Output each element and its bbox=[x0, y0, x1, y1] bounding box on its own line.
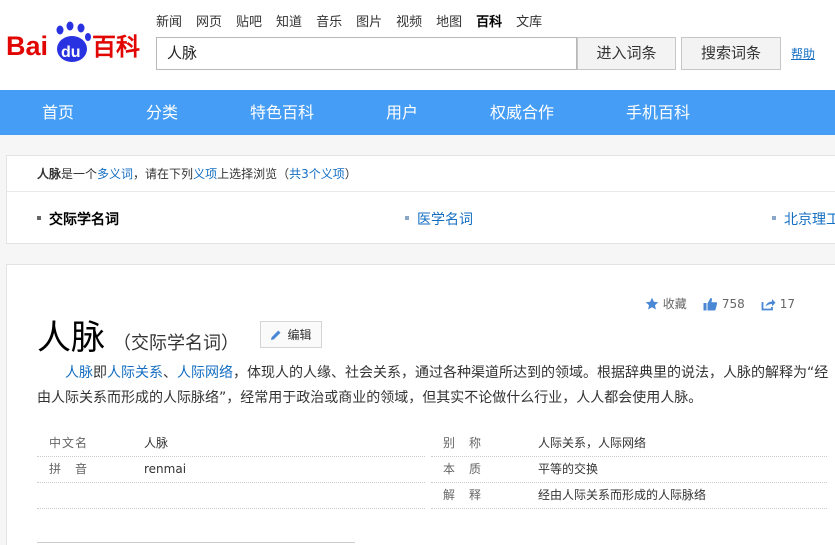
nav-item-partnership[interactable]: 权威合作 bbox=[490, 90, 554, 135]
polysemy-text: 上选择浏览（ bbox=[217, 167, 290, 181]
divider bbox=[37, 542, 355, 543]
polysemy-link[interactable]: 多义词 bbox=[97, 167, 133, 181]
entry-card: 收藏 758 17 人脉 （交际学名词） 编辑 人脉即人际关系、人际网络，体现人… bbox=[6, 264, 835, 545]
page-subtitle: （交际学名词） bbox=[113, 333, 239, 354]
site-header: Bai du 百科 新闻 网页 贴吧 知道 音乐 图片 视频 地图 百科 文库 … bbox=[0, 0, 835, 90]
info-value: 人际关系，人际网络 bbox=[538, 436, 647, 450]
share-icon bbox=[761, 298, 776, 310]
svg-text:du: du bbox=[61, 44, 81, 61]
topnav-item-tieba[interactable]: 贴吧 bbox=[236, 11, 262, 30]
info-key: 拼 音 bbox=[49, 462, 89, 476]
info-value: 人脉 bbox=[144, 436, 169, 450]
sense-label[interactable]: 医学名词 bbox=[417, 212, 473, 228]
sense-item-bit[interactable]: 北京理工 bbox=[772, 209, 835, 229]
bullet-icon bbox=[772, 216, 776, 220]
info-row: 解 释 经由人际关系而形成的人际脉络 bbox=[431, 483, 827, 509]
info-key: 中文名 bbox=[49, 436, 89, 450]
sense-label[interactable]: 北京理工 bbox=[784, 212, 835, 228]
polysemy-text: 是一个 bbox=[61, 167, 98, 181]
edit-button[interactable]: 编辑 bbox=[260, 321, 322, 348]
info-row: 中文名 人脉 bbox=[37, 431, 425, 457]
info-value: renmai bbox=[144, 462, 187, 476]
topnav-item-music[interactable]: 音乐 bbox=[316, 11, 342, 30]
search-input[interactable]: 人脉 bbox=[156, 37, 577, 70]
topnav-item-web[interactable]: 网页 bbox=[196, 11, 222, 30]
topnav-item-video[interactable]: 视频 bbox=[396, 11, 422, 30]
nav-item-categories[interactable]: 分类 bbox=[146, 90, 178, 135]
polysemy-text: ，请在下列 bbox=[133, 167, 194, 181]
main-nav-bar: 首页 分类 特色百科 用户 权威合作 手机百科 bbox=[0, 90, 835, 135]
info-row bbox=[37, 483, 425, 509]
entry-title-row: 人脉 （交际学名词） bbox=[37, 310, 239, 359]
bullet-icon bbox=[405, 216, 409, 220]
entry-tools: 收藏 758 17 bbox=[629, 295, 795, 312]
info-row: 拼 音 renmai bbox=[37, 457, 425, 483]
info-key: 本 质 bbox=[443, 462, 483, 476]
sense-item-current: 交际学名词 bbox=[37, 209, 119, 229]
topnav-item-zhidao[interactable]: 知道 bbox=[276, 11, 302, 30]
topnav-item-wenku[interactable]: 文库 bbox=[516, 11, 542, 30]
polysemy-term: 人脉 bbox=[37, 167, 62, 181]
polysemy-text: ） bbox=[344, 167, 357, 181]
entry-summary: 人脉即人际关系、人际网络，体现人的人缘、社会关系，通过各种渠道所达到的领域。根据… bbox=[37, 361, 829, 411]
share-button[interactable]: 17 bbox=[761, 297, 795, 311]
summary-text: 即 bbox=[93, 365, 107, 381]
summary-text: 、 bbox=[163, 365, 177, 381]
polysemy-notice: 人脉是一个多义词，请在下列义项上选择浏览（共3个义项） bbox=[37, 165, 357, 182]
svg-text:百科: 百科 bbox=[92, 33, 140, 61]
bullet-icon bbox=[37, 216, 41, 220]
top-product-nav: 新闻 网页 贴吧 知道 音乐 图片 视频 地图 百科 文库 bbox=[156, 11, 556, 30]
sense-count-link[interactable]: 共3个义项 bbox=[289, 167, 345, 181]
sense-link[interactable]: 义项 bbox=[193, 167, 217, 181]
baidu-baike-logo[interactable]: Bai du 百科 bbox=[6, 20, 146, 68]
nav-item-featured[interactable]: 特色百科 bbox=[250, 90, 314, 135]
topnav-item-news[interactable]: 新闻 bbox=[156, 11, 182, 30]
topnav-item-images[interactable]: 图片 bbox=[356, 11, 382, 30]
star-icon bbox=[645, 297, 658, 309]
info-value: 经由人际关系而形成的人际脉络 bbox=[538, 488, 707, 502]
help-link[interactable]: 帮助 bbox=[791, 45, 815, 62]
info-value: 平等的交换 bbox=[538, 462, 599, 476]
page-title: 人脉 bbox=[37, 318, 105, 358]
search-entry-button[interactable]: 搜索词条 bbox=[681, 37, 781, 70]
sense-label: 交际学名词 bbox=[49, 212, 119, 228]
collect-button[interactable]: 收藏 bbox=[645, 295, 687, 312]
info-key: 解 释 bbox=[443, 488, 483, 502]
edit-label: 编辑 bbox=[287, 328, 312, 342]
nav-item-mobile[interactable]: 手机百科 bbox=[626, 90, 690, 135]
collect-label: 收藏 bbox=[662, 297, 687, 311]
sense-item-medical[interactable]: 医学名词 bbox=[405, 209, 473, 229]
divider bbox=[7, 191, 835, 192]
info-key: 别 称 bbox=[443, 436, 483, 450]
thumbs-up-icon bbox=[703, 297, 717, 310]
topnav-item-baike[interactable]: 百科 bbox=[476, 11, 502, 30]
share-count: 17 bbox=[779, 296, 795, 311]
like-count: 758 bbox=[721, 296, 745, 311]
nav-item-home[interactable]: 首页 bbox=[42, 90, 74, 135]
like-button[interactable]: 758 bbox=[703, 297, 745, 311]
svg-text:Bai: Bai bbox=[6, 31, 48, 61]
topnav-item-map[interactable]: 地图 bbox=[436, 11, 462, 30]
pencil-icon bbox=[271, 330, 281, 340]
info-row: 本 质 平等的交换 bbox=[431, 457, 827, 483]
summary-link[interactable]: 人脉 bbox=[65, 365, 93, 381]
summary-link[interactable]: 人际关系 bbox=[107, 365, 163, 381]
info-row: 别 称 人际关系，人际网络 bbox=[431, 431, 827, 457]
nav-item-users[interactable]: 用户 bbox=[386, 90, 418, 135]
polysemy-panel: 人脉是一个多义词，请在下列义项上选择浏览（共3个义项） 交际学名词 医学名词 北… bbox=[6, 155, 835, 244]
summary-link[interactable]: 人际网络 bbox=[177, 365, 233, 381]
enter-entry-button[interactable]: 进入词条 bbox=[577, 37, 676, 70]
